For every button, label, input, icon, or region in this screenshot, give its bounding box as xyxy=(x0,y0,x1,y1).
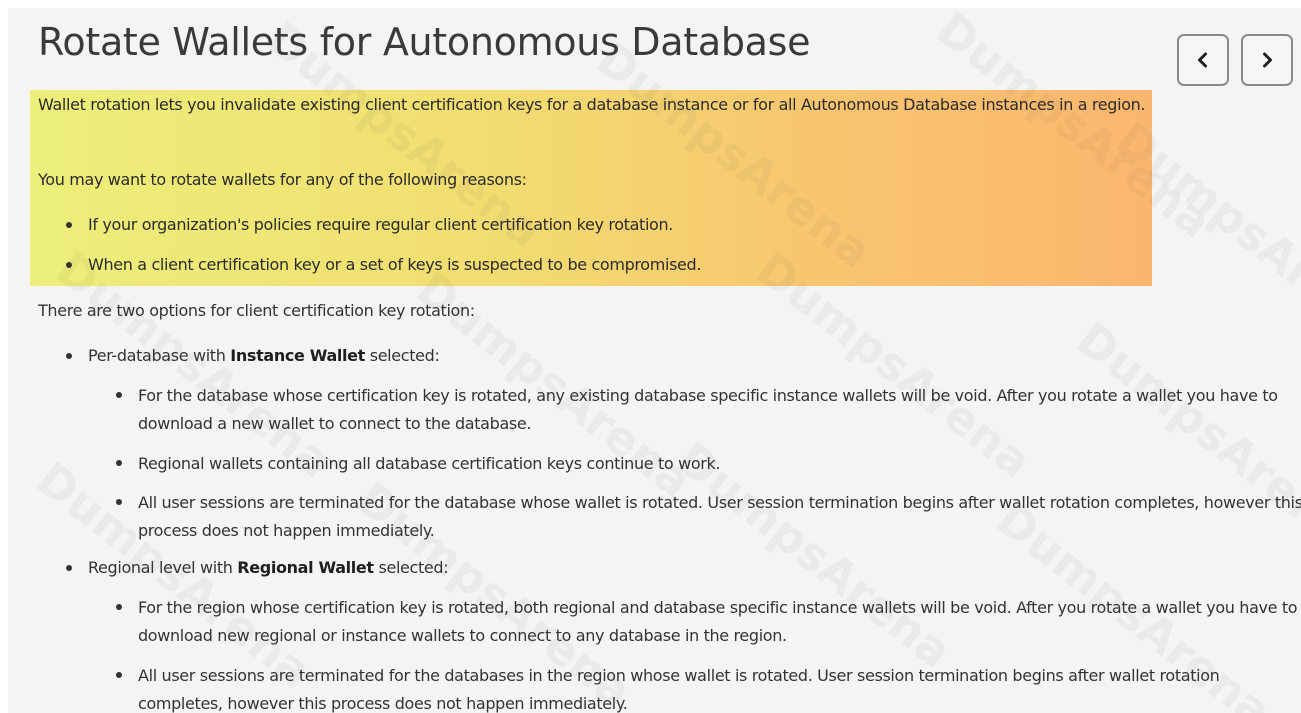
options-intro: There are two options for client certifi… xyxy=(38,301,475,320)
option-prefix: Regional level with xyxy=(88,558,238,577)
slide-frame: Rotate Wallets for Autonomous Database W… xyxy=(8,8,1301,713)
option-prefix: Per-database with xyxy=(88,346,231,365)
detail-item: All user sessions are terminated for the… xyxy=(112,662,1301,713)
intro-paragraph: Wallet rotation lets you invalidate exis… xyxy=(38,95,1146,114)
option-instance-wallet: Per-database with Instance Wallet select… xyxy=(62,343,440,368)
detail-item: For the database whose certification key… xyxy=(112,382,1301,438)
detail-item: Regional wallets containing all database… xyxy=(112,450,1301,478)
option-regional-wallet: Regional level with Regional Wallet sele… xyxy=(62,555,449,580)
chevron-left-icon xyxy=(1198,52,1207,68)
option-bold: Regional Wallet xyxy=(237,558,374,577)
option-bold: Instance Wallet xyxy=(230,346,365,365)
page-title: Rotate Wallets for Autonomous Database xyxy=(38,20,811,64)
chevron-right-icon xyxy=(1263,52,1272,68)
option-suffix: selected: xyxy=(373,558,449,577)
previous-slide-button[interactable] xyxy=(1177,34,1229,86)
detail-item: For the region whose certification key i… xyxy=(112,594,1301,650)
reason-item: If your organization's policies require … xyxy=(62,212,701,252)
reason-item: When a client certification key or a set… xyxy=(62,252,701,292)
option-suffix: selected: xyxy=(364,346,440,365)
reasons-list: If your organization's policies require … xyxy=(62,212,701,292)
reasons-intro: You may want to rotate wallets for any o… xyxy=(38,170,527,189)
detail-item: All user sessions are terminated for the… xyxy=(112,489,1301,545)
next-slide-button[interactable] xyxy=(1241,34,1293,86)
